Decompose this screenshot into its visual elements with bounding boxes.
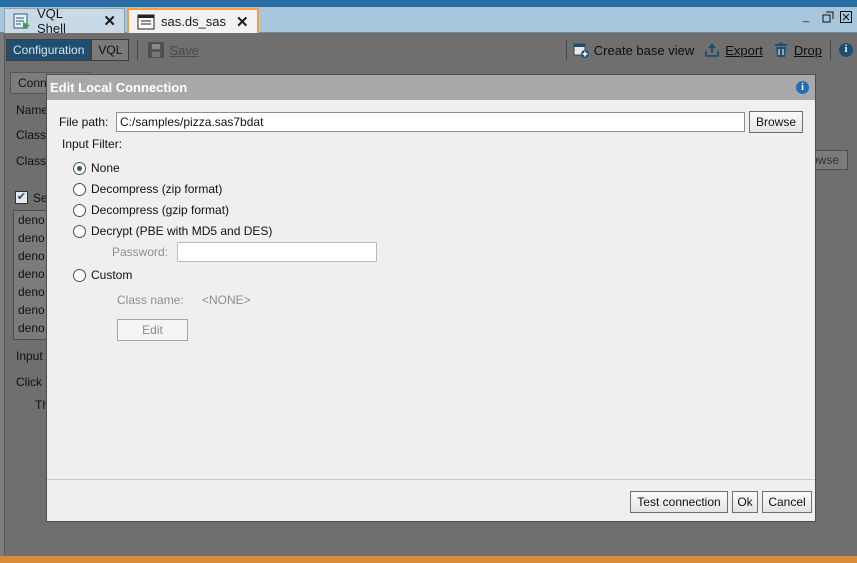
radio-label: Decompress (zip format) [91,182,223,196]
bg-list-item: deno [18,213,45,227]
bg-list: deno deno deno deno deno deno deno [13,210,49,340]
browse-button[interactable]: Browse [749,111,803,133]
vql-button[interactable]: VQL [91,39,130,61]
radio-decompress-zip[interactable]: Decompress (zip format) [73,182,222,196]
password-label: Password: [112,245,169,259]
password-input[interactable] [177,242,377,262]
footer-divider [47,479,815,480]
bg-list-item: deno [18,303,45,317]
toolbar-separator [137,40,139,60]
radio-button[interactable] [73,182,86,196]
bottom-border [0,556,857,563]
cancel-button[interactable]: Cancel [762,491,812,513]
ok-button[interactable]: Ok [732,491,758,513]
radio-decrypt[interactable]: Decrypt (PBE with MD5 and DES) [73,224,272,238]
dialog-title-bar: Edit Local Connection i [47,75,815,100]
minimize-icon[interactable]: _ [803,11,809,23]
edit-local-connection-dialog: Edit Local Connection i File path: Brows… [46,74,816,522]
save-label: Save [169,42,200,58]
create-base-view-icon [573,42,589,58]
bg-label-class: Class [16,128,47,142]
bg-list-item: deno [18,267,45,281]
file-path-row: File path: Browse [59,111,803,133]
dialog-title: Edit Local Connection [50,80,188,95]
toolbar-separator [830,40,831,60]
info-icon[interactable]: i [796,81,809,94]
edit-button[interactable]: Edit [117,319,188,341]
editor-tab-bar: VQL Shell ✕ sas.ds_sas ✕ _ [0,6,857,36]
bg-list-item: deno [18,231,45,245]
radio-label: Decompress (gzip format) [91,203,230,217]
trash-icon [773,42,789,58]
tab-label: sas.ds_sas [161,14,227,29]
radio-button-selected[interactable] [73,161,86,175]
bg-list-item: deno [18,321,45,335]
datasource-icon [137,14,155,30]
tab-vql-shell[interactable]: VQL Shell ✕ [4,6,125,36]
create-base-view-button[interactable]: Create base view [573,42,694,58]
drop-label: Drop [793,42,822,58]
input-filter-label: Input Filter: [62,137,123,151]
tab-label: VQL Shell [37,6,66,36]
radio-button[interactable] [73,203,86,217]
create-base-view-label: Create base view [593,42,695,58]
class-name-row: Class name: <NONE> [117,293,251,307]
class-name-label: Class name: [117,293,184,307]
radio-button[interactable] [73,224,86,238]
test-connection-button[interactable]: Test connection [630,491,728,513]
window-top-border [0,0,857,7]
radio-label: Decrypt (PBE with MD5 and DES) [91,224,273,238]
info-icon: i [839,43,853,57]
save-icon [148,42,164,58]
radio-decompress-gzip[interactable]: Decompress (gzip format) [73,203,229,217]
radio-button[interactable] [73,268,86,282]
password-row: Password: [112,242,377,262]
file-path-label: File path: [59,115,109,129]
export-icon [704,42,720,58]
bg-label-input: Input [16,349,43,363]
bg-label-name: Name [16,103,49,117]
configuration-button[interactable]: Configuration [6,39,92,61]
bg-checkbox[interactable]: ✔ [15,191,28,204]
restore-icon[interactable] [822,11,834,26]
radio-label: None [91,161,120,175]
bg-list-item: deno [18,249,45,263]
close-tab-icon[interactable]: ✕ [236,13,249,31]
export-label: Export [725,42,763,58]
editor-toolbar: Configuration VQL Save Create base view … [6,36,857,64]
left-edge [0,34,5,563]
radio-custom[interactable]: Custom [73,268,132,282]
tab-sas-ds-sas[interactable]: sas.ds_sas ✕ [127,8,259,33]
class-name-value: <NONE> [202,293,251,307]
bg-label-click: Click [16,375,42,389]
close-tab-icon[interactable]: ✕ [103,12,116,30]
help-info-button[interactable]: i [839,43,853,57]
export-button[interactable]: Export [704,42,763,58]
drop-button[interactable]: Drop [773,42,822,58]
toolbar-separator [565,40,567,60]
close-window-icon[interactable] [840,11,852,26]
save-button[interactable]: Save [148,42,199,58]
bg-label-class-2: Class [16,154,47,168]
bg-list-item: deno [18,285,45,299]
vql-shell-icon [13,13,31,29]
radio-label: Custom [91,268,133,282]
file-path-input[interactable] [116,112,745,132]
radio-none[interactable]: None [73,161,120,175]
